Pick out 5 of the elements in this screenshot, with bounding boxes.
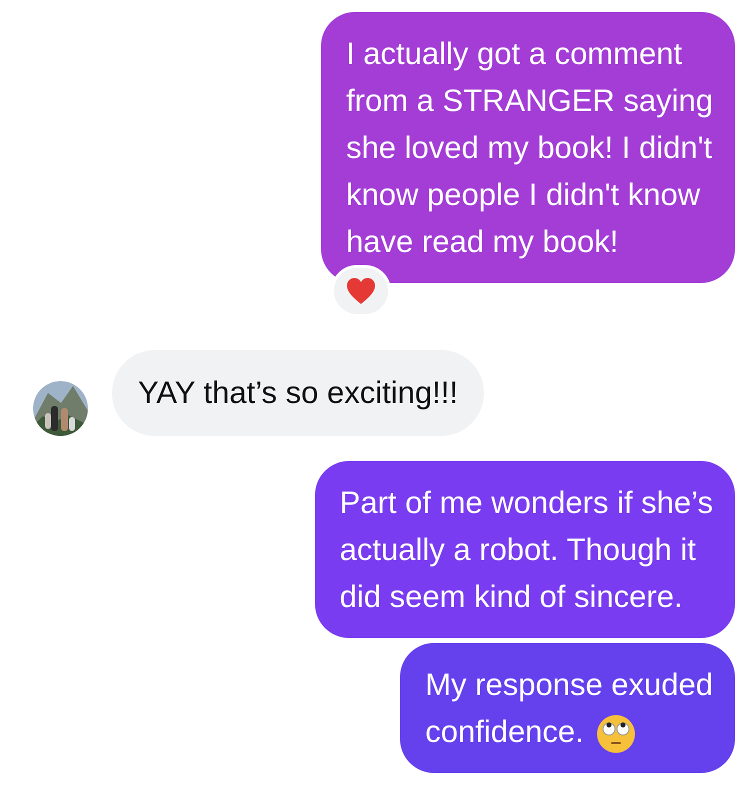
message-bubble: YAY that’s so exciting!!! xyxy=(112,350,484,436)
message-bubble: My response exuded confidence. xyxy=(400,643,735,773)
message-bubble: I actually got a comment from a STRANGER saying she loved my book! I didn't know people I didn't know have read my book! xyxy=(321,12,735,283)
message-bubble: Part of me wonders if she’s actually a robot. Though it did seem kind of sincere. xyxy=(314,461,735,638)
heart-icon xyxy=(346,277,376,305)
